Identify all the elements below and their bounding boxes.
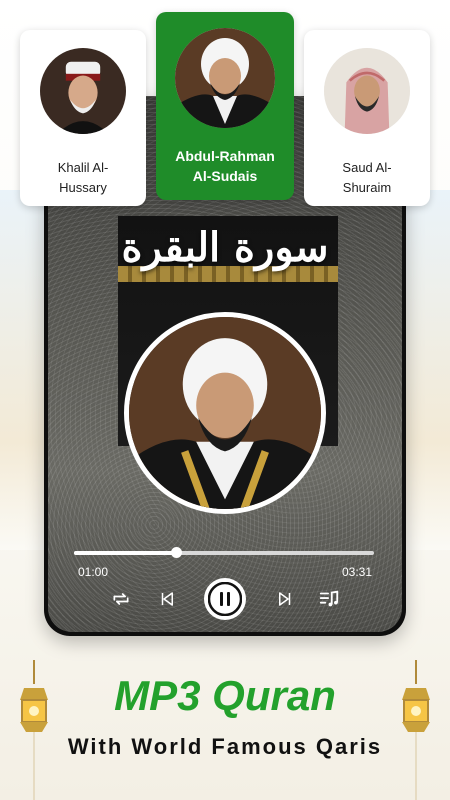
reciter-portrait-icon xyxy=(40,48,126,134)
pause-button[interactable] xyxy=(204,578,246,620)
promo-headline: MP3 Quran xyxy=(114,672,336,719)
now-playing-reciter-image xyxy=(124,312,326,514)
reciter-portrait-icon xyxy=(175,28,275,128)
previous-icon xyxy=(161,592,173,606)
reciter-avatar xyxy=(40,48,126,134)
reciter-card-abdul-rahman-al-sudais[interactable]: Abdul-Rahman Al-Sudais xyxy=(156,12,294,200)
reciter-card-khalil-al-hussary[interactable]: Khalil Al- Hussary xyxy=(20,30,146,206)
reciter-portrait-icon xyxy=(324,48,410,134)
playlist-icon xyxy=(319,590,339,607)
repeat-icon xyxy=(113,593,129,605)
reciter-avatar xyxy=(175,28,275,128)
progress-fill xyxy=(74,551,176,555)
previous-button[interactable] xyxy=(156,588,178,610)
next-icon xyxy=(279,592,291,606)
next-button[interactable] xyxy=(274,588,296,610)
reciter-name: Abdul-Rahman Al-Sudais xyxy=(175,148,275,184)
reciter-portrait-icon xyxy=(129,317,321,509)
playlist-button[interactable] xyxy=(318,588,340,610)
reciter-name: Saud Al- Shuraim xyxy=(342,160,392,195)
current-time: 01:00 xyxy=(78,565,109,579)
reciter-name: Khalil Al- Hussary xyxy=(57,160,109,195)
surah-title: سورة البقرة xyxy=(121,224,329,271)
promo-subline: With World Famous Qaris xyxy=(67,734,383,759)
progress-bar[interactable] xyxy=(74,547,374,558)
progress-thumb[interactable] xyxy=(171,547,182,558)
reciter-avatar xyxy=(324,48,410,134)
reciter-card-saud-al-shuraim[interactable]: Saud Al- Shuraim xyxy=(304,30,430,206)
total-time: 03:31 xyxy=(342,565,373,579)
repeat-button[interactable] xyxy=(110,588,132,610)
pause-icon xyxy=(208,582,242,616)
